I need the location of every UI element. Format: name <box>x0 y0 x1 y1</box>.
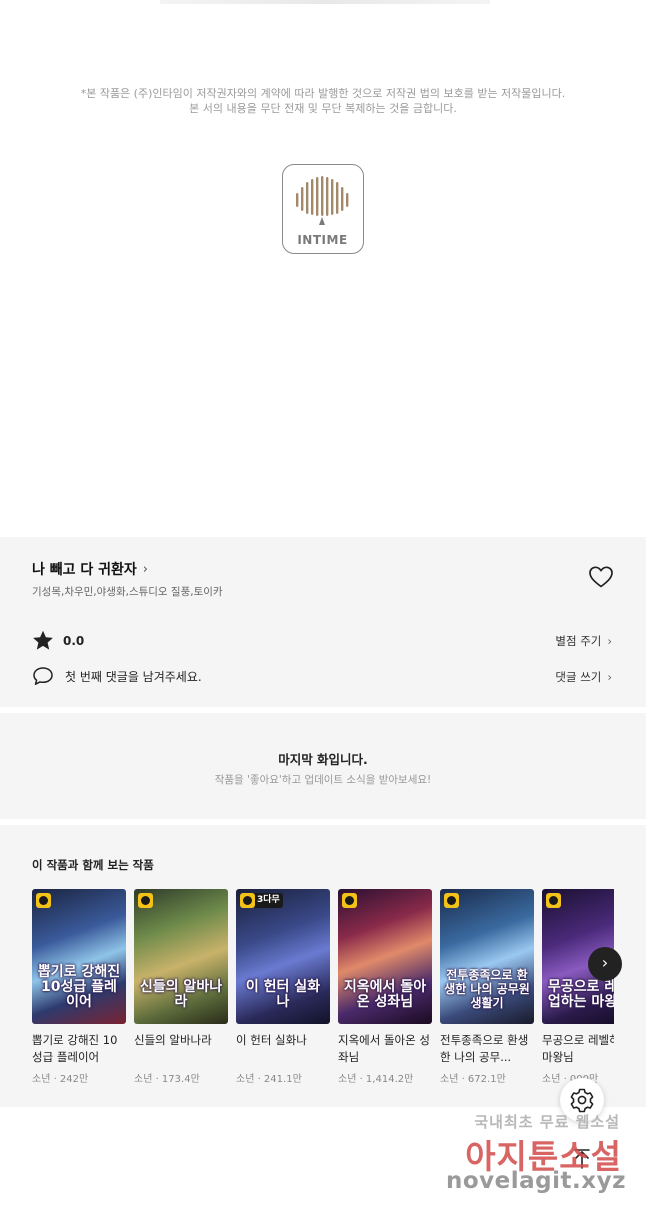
viewer-page: *본 작품은 (주)인타임이 저작권자와의 계약에 따라 발행한 것으로 저작권… <box>0 0 646 1222</box>
watermark-tagline: 국내최초 무료 웹소설 <box>474 1113 620 1131</box>
cover-title: 무공으로 레벨업하는 마왕님 <box>547 979 614 1010</box>
clock-badge-icon <box>342 893 357 908</box>
chevron-right-icon: › <box>601 953 609 972</box>
card-title: 뽑기로 강해진 10성급 플레이어 <box>32 1033 118 1064</box>
recommendation-card[interactable]: 3다무 이 헌터 실화나 이 헌터 실화나 소년 · 241.1만 <box>236 889 330 1085</box>
logo-text: INTIME <box>297 233 348 247</box>
card-title: 지옥에서 돌아온 성좌님 <box>338 1033 430 1064</box>
work-title: 나 빼고 다 귀환자 <box>32 562 137 578</box>
cover-image: 전투종족으로 환생한 나의 공무원 생활기 <box>440 889 534 1024</box>
last-episode-title: 마지막 화입니다. <box>278 752 368 767</box>
star-icon <box>33 630 53 650</box>
recommendation-carousel[interactable]: 뽑기로 강해진 10성급 플레이어 뽑기로 강해진 10성급 플레이어 소년 ·… <box>32 889 614 1099</box>
cover-image: 신들의 알바나라 <box>134 889 228 1024</box>
clock-badge-icon <box>444 893 459 908</box>
comment-icon <box>33 667 53 685</box>
cover-title: 뽑기로 강해진 10성급 플레이어 <box>37 964 121 1010</box>
chevron-right-icon: › <box>142 561 148 577</box>
recommendation-card[interactable]: 전투종족으로 환생한 나의 공무원 생활기 전투종족으로 환생한 나의 공무..… <box>440 889 534 1085</box>
chevron-right-icon: › <box>607 670 612 684</box>
carousel-next-button[interactable]: › <box>588 947 622 981</box>
cover-title: 지옥에서 돌아온 성좌님 <box>343 979 427 1010</box>
heart-icon[interactable] <box>588 565 614 589</box>
last-episode-notice: 마지막 화입니다. 작품을 '좋아요'하고 업데이트 소식을 받아보세요! <box>0 713 646 819</box>
work-authors: 기성목,차우민,야생화,스튜디오 질풍,토이카 <box>32 586 223 598</box>
cover-image: 지옥에서 돌아온 성좌님 <box>338 889 432 1024</box>
card-title: 신들의 알바나라 <box>134 1033 212 1047</box>
write-comment-label: 댓글 쓰기 <box>555 670 602 684</box>
copyright-line-2: 본 서의 내용을 무단 전재 및 무단 복제하는 것을 금합니다. <box>189 102 457 115</box>
copyright-line-1: *본 작품은 (주)인타임이 저작권자와의 계약에 따라 발행한 것으로 저작권… <box>80 87 566 100</box>
clock-badge-icon <box>138 893 153 908</box>
copyright-notice: *본 작품은 (주)인타임이 저작권자와의 계약에 따라 발행한 것으로 저작권… <box>0 86 646 116</box>
recommendation-card[interactable]: 뽑기로 강해진 10성급 플레이어 뽑기로 강해진 10성급 플레이어 소년 ·… <box>32 889 126 1085</box>
card-meta: 소년 · 241.1만 <box>236 1074 302 1085</box>
previous-page-edge <box>160 0 490 4</box>
rate-button-label: 별점 주기 <box>555 634 602 648</box>
write-comment-button[interactable]: 댓글 쓰기 › <box>555 669 612 685</box>
card-title: 전투종족으로 환생한 나의 공무... <box>440 1033 529 1064</box>
intime-logo-icon <box>296 176 349 225</box>
comment-prompt: 첫 번째 댓글을 남겨주세요. <box>65 669 202 684</box>
watermark-domain: novelagit.xyz <box>446 1168 626 1194</box>
comment-row[interactable]: 첫 번째 댓글을 남겨주세요. <box>32 666 202 686</box>
clock-badge-icon <box>36 893 51 908</box>
card-title: 무공으로 레벨하는 마왕님 <box>542 1033 614 1064</box>
rating-value: 0.0 <box>63 633 85 648</box>
work-title-link[interactable]: 나 빼고 다 귀환자 › <box>32 559 148 579</box>
clock-badge-icon: 3다무 <box>240 893 283 908</box>
card-meta: 소년 · 1,414.2만 <box>338 1074 414 1085</box>
card-title: 이 헌터 실화나 <box>236 1033 307 1047</box>
card-meta: 소년 · 242만 <box>32 1074 89 1085</box>
clock-badge-icon <box>546 893 561 908</box>
publisher-logo: INTIME <box>282 164 364 254</box>
card-meta: 소년 · 173.4만 <box>134 1074 200 1085</box>
recommendation-card[interactable]: 무공으로 레벨업하는 마왕님 무공으로 레벨하는 마왕님 소년 · 000만 <box>542 889 614 1085</box>
chevron-right-icon: › <box>607 634 612 648</box>
rate-button[interactable]: 별점 주기 › <box>555 633 612 649</box>
recommendation-card[interactable]: 지옥에서 돌아온 성좌님 지옥에서 돌아온 성좌님 소년 · 1,414.2만 <box>338 889 432 1085</box>
cover-image: 3다무 이 헌터 실화나 <box>236 889 330 1024</box>
recommendations-heading: 이 작품과 함께 보는 작품 <box>32 858 154 872</box>
cover-title: 신들의 알바나라 <box>139 979 223 1010</box>
work-info-panel: 나 빼고 다 귀환자 › 기성목,차우민,야생화,스튜디오 질풍,토이카 0.0… <box>0 537 646 707</box>
rating-row: 0.0 <box>32 630 84 651</box>
recommendation-card[interactable]: 신들의 알바나라 신들의 알바나라 소년 · 173.4만 <box>134 889 228 1085</box>
cover-title: 전투종족으로 환생한 나의 공무원 생활기 <box>444 968 530 1010</box>
cover-image: 뽑기로 강해진 10성급 플레이어 <box>32 889 126 1024</box>
cover-title: 이 헌터 실화나 <box>245 979 321 1010</box>
card-meta: 소년 · 672.1만 <box>440 1074 506 1085</box>
last-episode-subtitle: 작품을 '좋아요'하고 업데이트 소식을 받아보세요! <box>214 774 432 786</box>
recommendations-section: 이 작품과 함께 보는 작품 뽑기로 강해진 10성급 플레이어 뽑기로 강해진… <box>0 825 646 1107</box>
